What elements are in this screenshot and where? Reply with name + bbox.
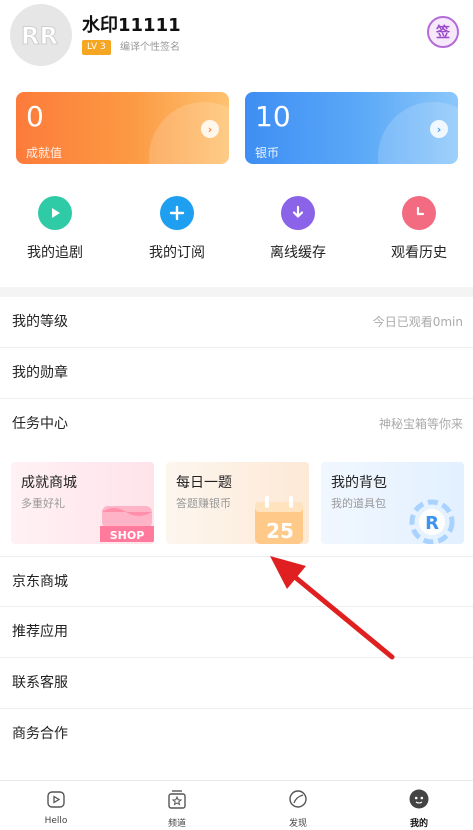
quick-action-label: 我的订阅 (149, 245, 205, 261)
promo-title: 我的背包 (331, 475, 387, 491)
silver-coins-value: 10 (255, 100, 291, 133)
menu-row-label: 我的勋章 (12, 365, 68, 381)
svg-text:SHOP: SHOP (110, 529, 145, 542)
promo-title: 每日一题 (176, 475, 232, 491)
quick-action-label: 我的追剧 (27, 245, 83, 261)
nav-tab-label: Hello (44, 816, 68, 826)
clock-icon (402, 196, 436, 230)
nav-tab-label: 发现 (288, 819, 307, 829)
download-icon (281, 196, 315, 230)
avatar-logo-icon: RR (21, 22, 59, 51)
menu-row-hint: 神秘宝箱等你来 (378, 417, 463, 431)
quick-action-label: 离线缓存 (270, 245, 326, 261)
promo-subtitle: 答题赚银币 (176, 497, 231, 510)
silver-coins-label: 银币 (255, 146, 280, 160)
menu-row-my-medals[interactable]: 我的勋章 (0, 348, 473, 399)
quick-action-following[interactable]: 我的追剧 (10, 196, 100, 262)
svg-text:R: R (425, 513, 439, 534)
nav-tab-label: 频道 (167, 819, 186, 829)
check-in-button[interactable]: 签 (427, 16, 459, 48)
chevron-right-icon: › (201, 120, 219, 138)
promo-my-backpack[interactable]: 我的背包 我的道具包 R (321, 462, 464, 544)
nav-tab-hello[interactable]: Hello (21, 781, 91, 830)
play-icon (38, 196, 72, 230)
username: 水印11111 (82, 15, 181, 36)
bottom-navigation: Hello 频道 发现 我的 (0, 780, 473, 830)
promo-title: 成就商城 (21, 475, 77, 491)
profile-icon (408, 788, 430, 810)
quick-actions: 我的追剧 我的订阅 离线缓存 观看历史 (0, 196, 473, 266)
profile-header: RR 水印11111 LV 3 编译个性签名 签 (0, 0, 473, 80)
menu-row-task-center[interactable]: 任务中心 神秘宝箱等你来 (0, 399, 473, 450)
achievement-points-card[interactable]: 0 成就值 › (16, 92, 229, 164)
silver-coins-card[interactable]: 10 银币 › (245, 92, 458, 164)
menu-row-label: 推荐应用 (12, 624, 68, 640)
nav-tab-label: 我的 (409, 819, 428, 829)
menu-row-label: 我的等级 (12, 314, 68, 330)
svg-text:RR: RR (21, 22, 58, 50)
promo-daily-question[interactable]: 每日一题 答题赚银币 25 (166, 462, 309, 544)
plus-icon (160, 196, 194, 230)
r-coin-icon: R (409, 499, 455, 544)
quick-action-history[interactable]: 观看历史 (374, 196, 464, 262)
menu-row-my-level[interactable]: 我的等级 今日已观看0min (0, 297, 473, 348)
shop-icon: SHOP (100, 506, 154, 542)
menu-row-jd-mall[interactable]: 京东商城 (0, 556, 473, 607)
menu-row-business[interactable]: 商务合作 (0, 709, 473, 760)
achievement-points-value: 0 (26, 100, 44, 133)
quick-action-label: 观看历史 (391, 245, 447, 261)
promo-achievement-mall[interactable]: 成就商城 多重好礼 SHOP (11, 462, 154, 544)
quick-action-subscriptions[interactable]: 我的订阅 (132, 196, 222, 262)
promo-subtitle: 多重好礼 (21, 497, 65, 510)
quick-action-offline-cache[interactable]: 离线缓存 (253, 196, 343, 262)
calendar-icon: 25 (255, 496, 303, 544)
level-badge: LV 3 (82, 40, 111, 55)
signature-edit[interactable]: 编译个性签名 (120, 40, 180, 55)
nav-tab-channels[interactable]: 频道 (142, 781, 212, 830)
menu-row-hint: 今日已观看0min (372, 315, 463, 329)
menu-row-customer-service[interactable]: 联系客服 (0, 658, 473, 709)
menu-row-label: 商务合作 (12, 726, 68, 742)
avatar[interactable]: RR (10, 4, 72, 66)
home-play-icon (45, 788, 67, 810)
discover-icon (287, 788, 309, 810)
menu-row-label: 京东商城 (12, 574, 68, 590)
menu-row-label: 联系客服 (12, 675, 68, 691)
section-divider (0, 287, 473, 297)
chevron-right-icon: › (430, 120, 448, 138)
achievement-points-label: 成就值 (26, 146, 63, 160)
menu-row-recommended-apps[interactable]: 推荐应用 (0, 607, 473, 658)
nav-tab-discover[interactable]: 发现 (263, 781, 333, 830)
channel-icon (166, 788, 188, 810)
svg-text:25: 25 (266, 519, 294, 543)
nav-tab-mine[interactable]: 我的 (384, 781, 454, 830)
menu-row-label: 任务中心 (12, 416, 68, 432)
promo-subtitle: 我的道具包 (331, 497, 386, 510)
